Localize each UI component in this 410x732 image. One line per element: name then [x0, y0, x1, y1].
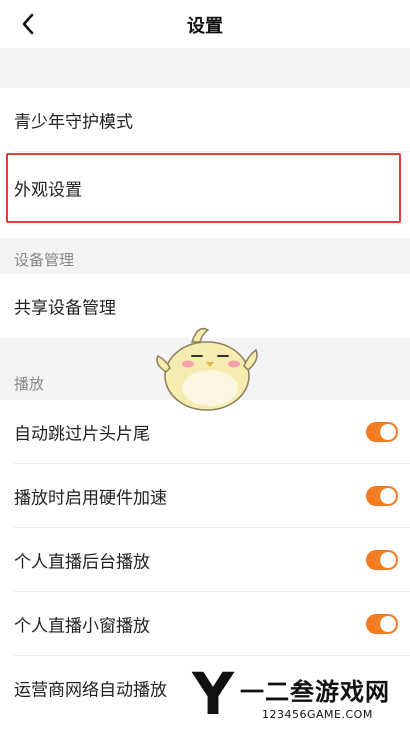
settings-item-label: 青少年守护模式 [14, 112, 133, 133]
toggle-knob [380, 552, 396, 568]
settings-item-label: 共享设备管理 [14, 298, 116, 319]
settings-item-label: 外观设置 [14, 180, 82, 201]
section-gap [0, 48, 410, 88]
settings-item-hw-accel[interactable]: 播放时启用硬件加速 [0, 464, 410, 528]
settings-item-appearance[interactable]: 外观设置 [0, 152, 410, 224]
skip-intro-toggle[interactable] [366, 422, 398, 442]
settings-item-label: 播放时启用硬件加速 [14, 488, 167, 509]
settings-item-label: 个人直播后台播放 [14, 552, 150, 573]
section-label-playback: 播放 [14, 375, 45, 393]
live-background-toggle[interactable] [366, 550, 398, 570]
settings-item-label: 自动跳过片头片尾 [14, 424, 150, 445]
hw-accel-toggle[interactable] [366, 486, 398, 506]
section-label-device-management: 设备管理 [14, 251, 75, 269]
settings-item-live-background[interactable]: 个人直播后台播放 [0, 528, 410, 592]
watermark-url: 123456GAME.COM [262, 708, 373, 721]
watermark-text: 一二叁游戏网 [240, 678, 390, 706]
settings-item-youth-mode[interactable]: 青少年守护模式 [0, 88, 410, 152]
settings-item-live-mini-window[interactable]: 个人直播小窗播放 [0, 592, 410, 656]
page-title: 设置 [187, 16, 223, 37]
site-watermark: Y 一二叁游戏网 123456GAME.COM [188, 660, 410, 732]
nav-bar: 设置 [0, 0, 410, 48]
mascot-watermark-icon [156, 327, 258, 411]
live-mini-window-toggle[interactable] [366, 614, 398, 634]
settings-item-label: 运营商网络自动播放 [14, 680, 167, 701]
watermark-letter: Y [192, 660, 234, 728]
toggle-knob [380, 488, 396, 504]
toggle-knob [380, 616, 396, 632]
settings-item-label: 个人直播小窗播放 [14, 616, 150, 637]
toggle-knob [380, 424, 396, 440]
